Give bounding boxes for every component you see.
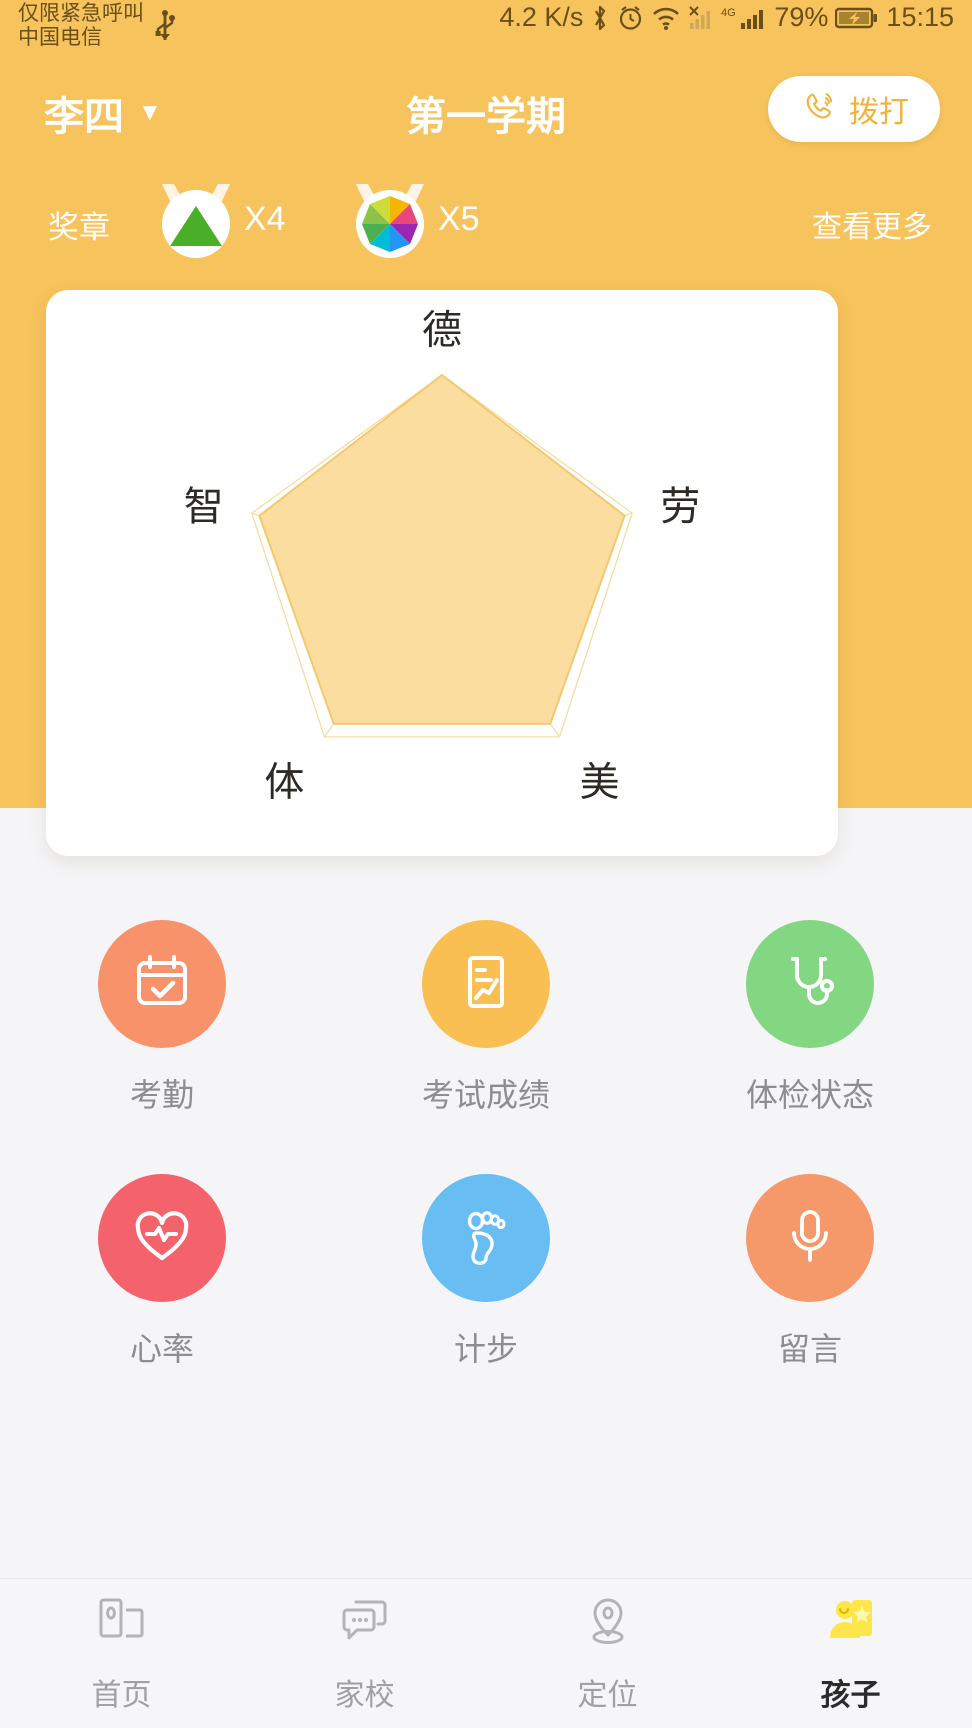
tab-child[interactable]: 孩子: [729, 1593, 972, 1714]
feature-icon-bubble: [98, 920, 226, 1048]
feature-grid: 考勤 考试成绩 体检状态 心率 计步 留言: [0, 920, 972, 1370]
feature-health-check[interactable]: 体检状态: [648, 920, 972, 1116]
chevron-down-icon: ▼: [138, 99, 162, 126]
feature-icon-bubble: [422, 1174, 550, 1302]
medal-item[interactable]: X4: [148, 172, 286, 273]
signal-no-service-icon: [688, 5, 714, 31]
feature-label: 考试成绩: [421, 1077, 550, 1113]
feature-step-count[interactable]: 计步: [324, 1174, 648, 1370]
status-bar-right: 4.2 K/s 4G 79% 15:15: [499, 2, 954, 33]
battery-charging-icon: [835, 5, 879, 31]
tab-label: 定位: [577, 1679, 638, 1712]
triangle-badge-icon: [148, 184, 244, 272]
feature-heart-rate[interactable]: 心率: [0, 1174, 324, 1370]
radar-axis-label: 智: [184, 485, 224, 529]
microphone-icon: [777, 1203, 843, 1274]
feature-exam-scores[interactable]: 考试成绩: [324, 920, 648, 1116]
feature-label: 心率: [129, 1331, 194, 1367]
tab-label: 孩子: [820, 1679, 881, 1712]
bluetooth-icon: [590, 3, 610, 33]
svg-text:4G: 4G: [721, 7, 736, 19]
radar-chart-card: 德劳美 体 智: [46, 290, 838, 856]
view-more-link[interactable]: 查看更多: [812, 202, 932, 246]
tab-home[interactable]: 首页: [0, 1593, 243, 1714]
radar-axis-label: 体: [264, 760, 304, 804]
medal-count: X5: [438, 200, 480, 238]
medals-label: 奖章: [48, 210, 110, 245]
footprint-icon: [453, 1203, 519, 1274]
child-name-label: 李四: [44, 95, 124, 139]
heart-pulse-icon: [129, 1203, 195, 1274]
child-profile-icon: [822, 1593, 880, 1656]
tab-label: 家校: [334, 1679, 395, 1712]
feature-row: 心率 计步 留言: [0, 1174, 972, 1370]
tab-school-chat[interactable]: 家校: [243, 1593, 486, 1714]
medal-count: X4: [244, 200, 286, 238]
feature-icon-bubble: [422, 920, 550, 1048]
feature-label: 留言: [777, 1331, 842, 1367]
app-root: 仅限紧急呼叫 中国电信 4.2 K/s 4G 79% 15:15 李四 ▼ 第一…: [0, 0, 972, 1728]
radar-chart: 德劳美 体 智: [184, 309, 700, 805]
feature-icon-bubble: [746, 1174, 874, 1302]
feature-label: 计步: [453, 1331, 518, 1367]
pinwheel-badge-icon: [342, 184, 438, 272]
feature-icon-bubble: [98, 1174, 226, 1302]
clock-time: 15:15: [886, 2, 954, 32]
feature-label: 考勤: [129, 1077, 194, 1113]
tab-label: 首页: [91, 1679, 152, 1712]
carrier-text: 仅限紧急呼叫 中国电信: [18, 2, 144, 49]
child-selector[interactable]: 李四 ▼: [44, 84, 162, 142]
feature-row: 考勤 考试成绩 体检状态: [0, 920, 972, 1116]
radar-axis-label: 劳: [660, 485, 700, 529]
medal-item[interactable]: X5: [342, 172, 480, 273]
calendar-check-icon: [129, 949, 195, 1020]
carrier-line-2: 中国电信: [18, 25, 102, 49]
feature-voice-message[interactable]: 留言: [648, 1174, 972, 1370]
home-cards-icon: [93, 1593, 151, 1656]
phone-call-icon: [799, 87, 839, 132]
call-button-label: 拨打: [849, 96, 909, 129]
feature-label: 体检状态: [745, 1077, 874, 1113]
feature-row-spacer: [0, 1116, 972, 1174]
signal-bars-icon: 4G: [721, 5, 767, 31]
status-bar-left: 仅限紧急呼叫 中国电信: [18, 2, 176, 49]
carrier-line-1: 仅限紧急呼叫: [18, 2, 144, 25]
feature-icon-bubble: [746, 920, 874, 1048]
medals-row: 奖章 X4 X5 查看更多: [0, 180, 972, 280]
radar-axis-label: 美: [580, 760, 620, 804]
chat-bubbles-icon: [336, 1593, 394, 1656]
radar-axis-label: 德: [422, 309, 462, 353]
battery-percent: 79%: [774, 2, 829, 32]
title-bar: 李四 ▼ 第一学期 拨打: [0, 70, 972, 162]
bottom-tab-bar: 首页 家校 定位 孩子: [0, 1578, 972, 1728]
wifi-icon: [651, 5, 681, 31]
alarm-icon: [617, 4, 644, 32]
network-speed: 4.2 K/s: [499, 2, 584, 32]
report-chart-icon: [453, 949, 519, 1020]
tab-location[interactable]: 定位: [486, 1593, 729, 1714]
usb-icon: [154, 10, 176, 49]
feature-attendance[interactable]: 考勤: [0, 920, 324, 1116]
status-bar: 仅限紧急呼叫 中国电信 4.2 K/s 4G 79% 15:15: [0, 0, 972, 62]
location-pin-icon: [579, 1593, 637, 1656]
radar-series-polygon: [258, 373, 626, 725]
stethoscope-icon: [777, 949, 843, 1020]
call-button[interactable]: 拨打: [768, 76, 940, 142]
